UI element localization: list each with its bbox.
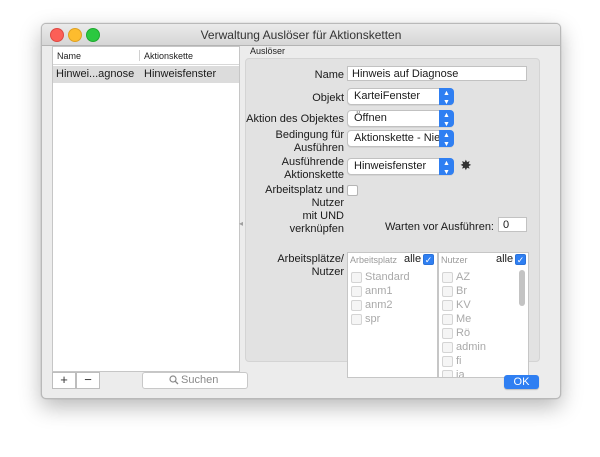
warten-label: Warten vor Ausführen:	[384, 221, 494, 233]
item-checkbox[interactable]	[442, 328, 453, 339]
ausfuehrende-label-line1: Ausführende	[281, 156, 344, 168]
popup-arrows-icon: ▲ ▼	[439, 110, 454, 128]
nutzer-table-header: Nutzer alle ✓	[439, 253, 528, 267]
item-label: anm2	[365, 299, 393, 311]
nutzer-all-label: alle	[496, 253, 514, 265]
item-label: AZ	[456, 271, 471, 283]
title-bar[interactable]: Verwaltung Auslöser für Aktionsketten	[42, 24, 560, 46]
item-label: Standard	[365, 271, 410, 283]
objekt-label: Objekt	[312, 92, 344, 104]
and-link-label-line2: Nutzer	[311, 197, 344, 209]
arbeitsplaetze-label: Arbeitsplätze/ Nutzer	[277, 253, 344, 279]
item-label: anm1	[365, 285, 393, 297]
objekt-popup[interactable]: KarteiFenster ▲ ▼	[347, 88, 454, 106]
column-header-aktionskette[interactable]: Aktionskette	[144, 51, 193, 61]
nutzer-all-checkbox[interactable]: ✓	[515, 254, 526, 265]
item-checkbox[interactable]	[351, 272, 362, 283]
split-view-handle[interactable]: ◂	[239, 219, 243, 228]
and-link-checkbox[interactable]	[347, 185, 358, 196]
item-checkbox[interactable]	[351, 300, 362, 311]
aktion-value: Öffnen	[354, 112, 387, 124]
add-button[interactable]: +	[52, 372, 76, 389]
item-label: ja	[456, 369, 465, 378]
arbeitsplaetze-label-line2: Nutzer	[311, 266, 344, 278]
item-checkbox[interactable]	[351, 286, 362, 297]
list-footer: + − Suchen	[52, 372, 248, 392]
arbeitsplatz-all-label: alle	[404, 253, 422, 265]
ausfuehrende-label-line2: Aktionskette	[284, 169, 344, 181]
arbeitsplatz-table-header: Arbeitsplatz alle ✓	[348, 253, 437, 267]
item-label: KV	[456, 299, 471, 311]
and-link-label: Arbeitsplatz und Nutzer mit UND verknüpf…	[246, 184, 344, 236]
aktion-popup[interactable]: Öffnen ▲ ▼	[347, 110, 454, 128]
list-item[interactable]: Hinwei...agnose Hinweisfenster	[53, 66, 239, 83]
list-item-aktionskette: Hinweisfenster	[144, 68, 217, 80]
dialog-window: Verwaltung Auslöser für Aktionsketten Na…	[41, 23, 561, 399]
arbeitsplatz-all-checkbox[interactable]: ✓	[423, 254, 434, 265]
group-title: Auslöser	[250, 46, 286, 56]
list-item-name: Hinwei...agnose	[56, 68, 135, 80]
item-checkbox[interactable]	[351, 314, 362, 325]
item-label: Rö	[456, 327, 471, 339]
and-link-label-line1: Arbeitsplatz und	[265, 184, 344, 196]
bedingung-label-line1: Bedingung für	[275, 129, 345, 141]
column-separator	[139, 50, 140, 61]
item-label: admin	[456, 341, 486, 353]
item-checkbox[interactable]	[442, 314, 453, 325]
remove-button[interactable]: −	[76, 372, 100, 389]
name-label: Name	[314, 69, 344, 81]
window-title: Verwaltung Auslöser für Aktionsketten	[200, 28, 402, 42]
bedingung-label-line2: Ausführen	[293, 142, 344, 154]
ausfuehrende-value: Hinweisfenster	[354, 160, 427, 172]
arbeitsplatz-table[interactable]: Arbeitsplatz alle ✓ Standard anm1 anm2 s…	[347, 252, 438, 378]
arbeitsplatz-header-label: Arbeitsplatz	[350, 255, 398, 265]
trigger-list[interactable]: Name Aktionskette Hinwei...agnose Hinwei…	[52, 46, 240, 372]
arbeitsplaetze-label-line1: Arbeitsplätze/	[277, 253, 344, 265]
name-field[interactable]: Hinweis auf Diagnose	[347, 66, 527, 81]
list-header: Name Aktionskette	[53, 47, 239, 65]
item-checkbox[interactable]	[442, 300, 453, 311]
popup-arrows-icon: ▲ ▼	[439, 158, 454, 176]
and-link-label-line3: mit UND verknüpfen	[289, 210, 344, 235]
bedingung-label: Bedingung für Ausführen	[276, 129, 345, 155]
gear-icon[interactable]: ✸	[460, 157, 472, 174]
ok-button[interactable]: OK	[504, 375, 539, 389]
item-label: fi	[456, 355, 462, 367]
item-checkbox[interactable]	[442, 286, 453, 297]
popup-arrows-icon: ▲ ▼	[439, 130, 454, 148]
item-checkbox[interactable]	[442, 342, 453, 353]
nutzer-header-label: Nutzer	[441, 255, 468, 265]
aktion-label: Aktion des Objektes	[246, 113, 344, 125]
search-placeholder: Suchen	[181, 374, 219, 386]
item-checkbox[interactable]	[442, 272, 453, 283]
ausfuehrende-label: Ausführende Aktionskette	[282, 156, 344, 182]
nutzer-table[interactable]: Nutzer alle ✓ AZ Br KV Me Rö admin fi ja	[438, 252, 529, 378]
bedingung-popup[interactable]: Aktionskette - Nie... ▲ ▼	[347, 130, 454, 148]
ausfuehrende-popup[interactable]: Hinweisfenster ▲ ▼	[347, 158, 454, 176]
warten-field[interactable]: 0	[498, 217, 527, 232]
column-header-name[interactable]: Name	[57, 51, 81, 61]
nutzer-scrollbar[interactable]	[519, 270, 525, 306]
trigger-group-box: Name Hinweis auf Diagnose Objekt KarteiF…	[245, 58, 540, 378]
item-label: Me	[456, 313, 472, 325]
bedingung-value: Aktionskette - Nie...	[354, 132, 450, 144]
item-checkbox[interactable]	[442, 356, 453, 367]
search-input[interactable]: Suchen	[142, 372, 248, 389]
item-checkbox[interactable]	[442, 370, 453, 377]
objekt-value: KarteiFenster	[354, 90, 421, 102]
item-label: Br	[456, 285, 467, 297]
magnifier-icon	[169, 375, 179, 388]
popup-arrows-icon: ▲ ▼	[439, 88, 454, 106]
item-label: spr	[365, 313, 381, 325]
